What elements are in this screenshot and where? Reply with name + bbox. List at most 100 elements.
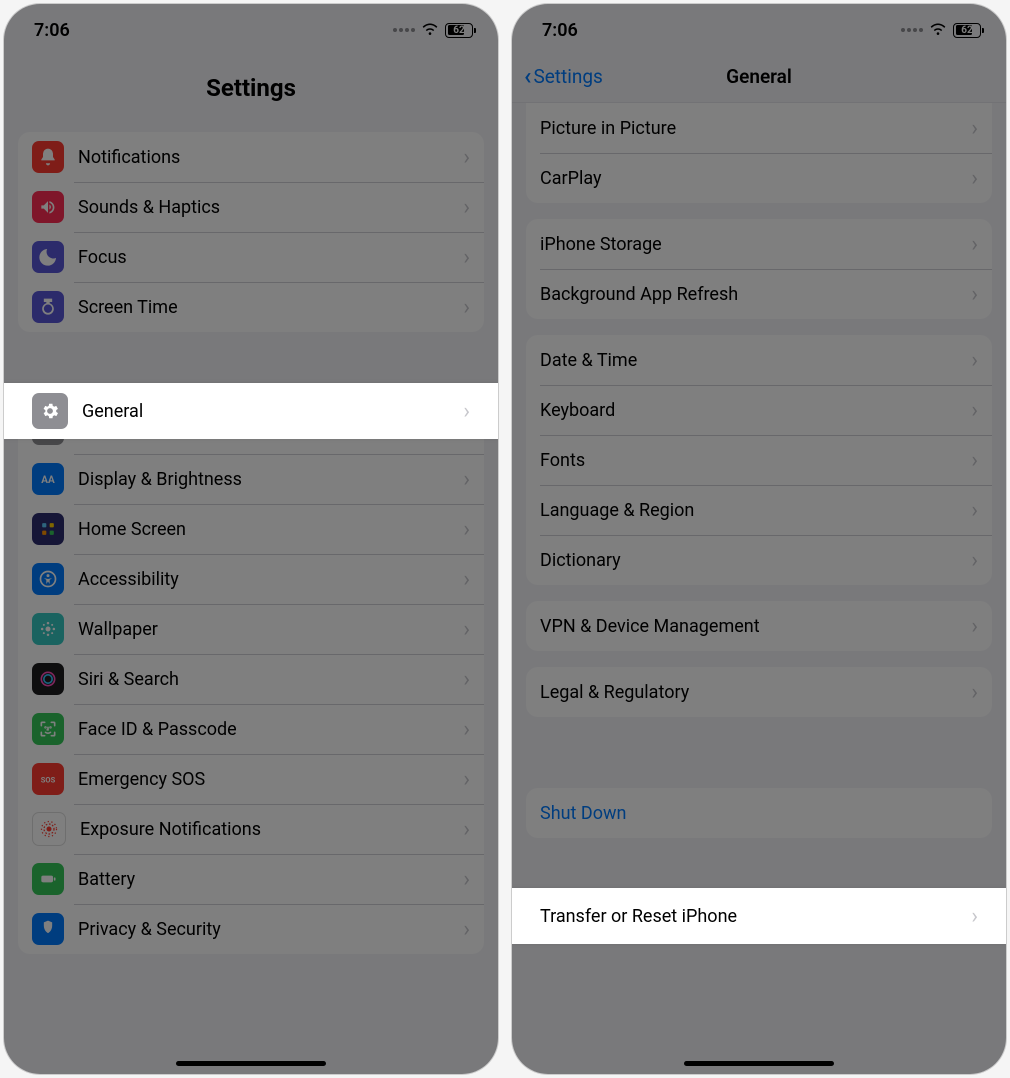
page-title: General (726, 65, 792, 88)
group-media: Picture in Picture › CarPlay › (526, 103, 992, 203)
row-label: Home Screen (78, 519, 463, 540)
group-locale: Date & Time › Keyboard › Fonts › Languag… (526, 335, 992, 585)
chevron-right-icon: › (463, 667, 470, 692)
row-sos[interactable]: SOS Emergency SOS › (18, 754, 484, 804)
row-label: Battery (78, 869, 463, 890)
row-carplay[interactable]: CarPlay › (526, 153, 992, 203)
chevron-right-icon: › (463, 717, 470, 742)
row-label: Transfer or Reset iPhone (540, 906, 971, 927)
phone-left: 7:06 62 Sett (4, 4, 498, 1074)
chevron-right-icon: › (971, 166, 978, 191)
row-wallpaper[interactable]: Wallpaper › (18, 604, 484, 654)
back-button[interactable]: ‹ Settings (524, 64, 603, 88)
row-battery[interactable]: Battery › (18, 854, 484, 904)
phone-right: 7:06 62 ‹ (512, 4, 1006, 1074)
chevron-right-icon: › (463, 817, 470, 842)
row-fonts[interactable]: Fonts › (526, 435, 992, 485)
chevron-right-icon: › (463, 295, 470, 320)
row-display[interactable]: AA Display & Brightness › (18, 454, 484, 504)
row-label: VPN & Device Management (540, 616, 971, 637)
general-icon (32, 393, 68, 429)
row-label: Fonts (540, 450, 971, 471)
row-label: Legal & Regulatory (540, 682, 971, 703)
row-sounds[interactable]: Sounds & Haptics › (18, 182, 484, 232)
row-language[interactable]: Language & Region › (526, 485, 992, 535)
row-label: Siri & Search (78, 669, 463, 690)
row-shutdown[interactable]: Shut Down (526, 788, 992, 838)
chevron-right-icon: › (971, 548, 978, 573)
home-indicator[interactable] (684, 1061, 834, 1066)
sos-icon: SOS (32, 763, 64, 795)
chevron-right-icon: › (971, 232, 978, 257)
row-label: Dictionary (540, 550, 971, 571)
row-label: Shut Down (540, 803, 978, 824)
row-siri[interactable]: Siri & Search › (18, 654, 484, 704)
group-vpn: VPN & Device Management › (526, 601, 992, 651)
row-label: CarPlay (540, 168, 971, 189)
row-label: Wallpaper (78, 619, 463, 640)
chevron-right-icon: › (971, 116, 978, 141)
row-notifications[interactable]: Notifications › (18, 132, 484, 182)
svg-text:AA: AA (41, 475, 55, 486)
status-bar: 7:06 62 (4, 4, 498, 50)
row-label: Language & Region (540, 500, 971, 521)
status-bar: 7:06 62 (512, 4, 1006, 50)
focus-icon (32, 241, 64, 273)
row-transfer-reset[interactable]: Transfer or Reset iPhone › (512, 888, 1006, 944)
row-accessibility[interactable]: Accessibility › (18, 554, 484, 604)
row-general[interactable]: General › (4, 383, 498, 439)
nav-bar: ‹ Settings General (512, 50, 1006, 103)
chevron-right-icon: › (971, 614, 978, 639)
row-exposure[interactable]: Exposure Notifications › (18, 804, 484, 854)
row-vpn[interactable]: VPN & Device Management › (526, 601, 992, 651)
row-privacy[interactable]: Privacy & Security › (18, 904, 484, 954)
exposure-icon (32, 812, 66, 846)
chevron-right-icon: › (463, 617, 470, 642)
row-label: Privacy & Security (78, 919, 463, 940)
chevron-right-icon: › (463, 195, 470, 220)
chevron-left-icon: ‹ (524, 64, 531, 88)
screen-time-icon (32, 291, 64, 323)
row-label: Sounds & Haptics (78, 197, 463, 218)
chevron-right-icon: › (971, 680, 978, 705)
row-legal[interactable]: Legal & Regulatory › (526, 667, 992, 717)
svg-text:SOS: SOS (41, 775, 56, 784)
row-label: Date & Time (540, 350, 971, 371)
chevron-right-icon: › (463, 245, 470, 270)
home-indicator[interactable] (176, 1061, 326, 1066)
row-pip[interactable]: Picture in Picture › (526, 103, 992, 153)
sounds-icon (32, 191, 64, 223)
home-screen-icon (32, 513, 64, 545)
row-bg-refresh[interactable]: Background App Refresh › (526, 269, 992, 319)
group-legal: Legal & Regulatory › (526, 667, 992, 717)
group-shutdown: Shut Down (526, 788, 992, 838)
row-keyboard[interactable]: Keyboard › (526, 385, 992, 435)
row-home-screen[interactable]: Home Screen › (18, 504, 484, 554)
row-date-time[interactable]: Date & Time › (526, 335, 992, 385)
row-label: Screen Time (78, 297, 463, 318)
chevron-right-icon: › (971, 282, 978, 307)
chevron-right-icon: › (463, 917, 470, 942)
status-icons: 62 (393, 21, 476, 40)
chevron-right-icon: › (971, 398, 978, 423)
row-screen-time[interactable]: Screen Time › (18, 282, 484, 332)
status-time: 7:06 (542, 20, 578, 41)
wifi-icon (421, 21, 439, 40)
row-label: iPhone Storage (540, 234, 971, 255)
row-label: Notifications (78, 147, 463, 168)
chevron-right-icon: › (463, 767, 470, 792)
group-storage: iPhone Storage › Background App Refresh … (526, 219, 992, 319)
chevron-right-icon: › (971, 348, 978, 373)
row-label: Display & Brightness (78, 469, 463, 490)
row-label: Exposure Notifications (80, 819, 463, 840)
row-label: Accessibility (78, 569, 463, 590)
row-faceid[interactable]: Face ID & Passcode › (18, 704, 484, 754)
row-storage[interactable]: iPhone Storage › (526, 219, 992, 269)
chevron-right-icon: › (463, 467, 470, 492)
chevron-right-icon: › (463, 517, 470, 542)
row-focus[interactable]: Focus › (18, 232, 484, 282)
row-label: Focus (78, 247, 463, 268)
chevron-right-icon: › (463, 867, 470, 892)
row-label: General (82, 401, 463, 422)
row-dictionary[interactable]: Dictionary › (526, 535, 992, 585)
